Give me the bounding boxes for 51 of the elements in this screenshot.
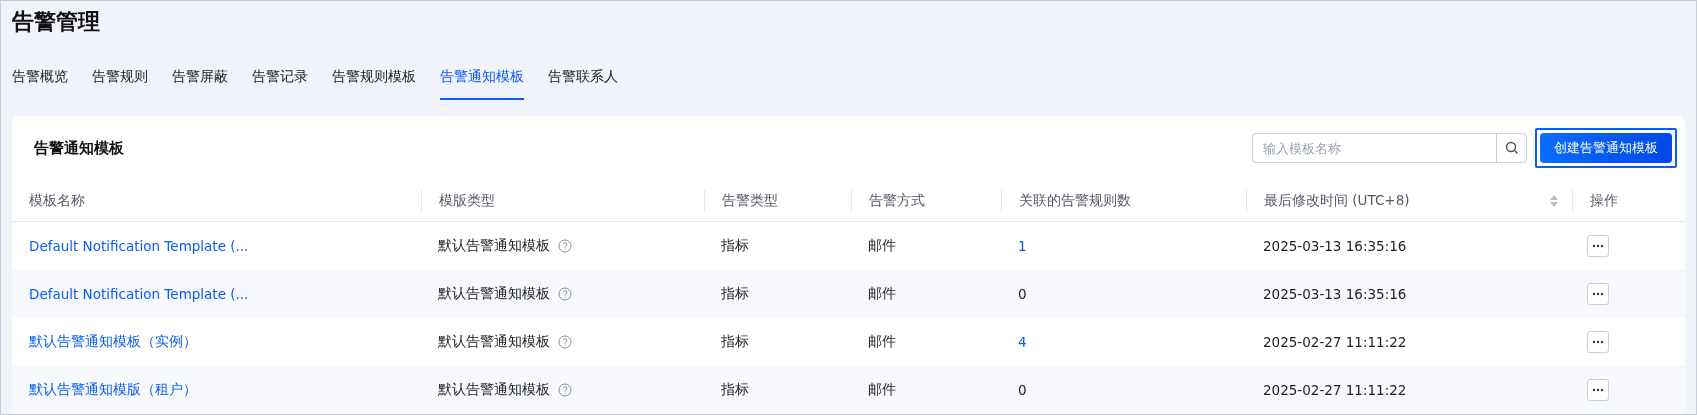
tab[interactable]: 告警通知模板 bbox=[440, 63, 524, 100]
rule-count-link[interactable]: 4 bbox=[1018, 334, 1027, 350]
column-header: 操作 bbox=[1590, 191, 1618, 210]
more-icon bbox=[1592, 340, 1604, 344]
template-name-link[interactable]: Default Notification Template (... bbox=[29, 286, 249, 302]
table-cell: 0 bbox=[1018, 286, 1027, 302]
more-button[interactable] bbox=[1587, 235, 1609, 257]
table-cell: 邮件 bbox=[868, 285, 896, 303]
tab[interactable]: 告警概览 bbox=[12, 63, 68, 100]
table-cell: 2025-03-13 16:35:16 bbox=[1263, 286, 1407, 302]
table-cell: 邮件 bbox=[868, 333, 896, 351]
table-cell: 默认告警通知模板 bbox=[438, 333, 550, 351]
more-button[interactable] bbox=[1587, 379, 1609, 401]
table-cell: 指标 bbox=[721, 381, 749, 399]
template-name-link[interactable]: 默认告警通知模板（实例） bbox=[29, 333, 197, 351]
template-name-link[interactable]: Default Notification Template (... bbox=[29, 238, 249, 254]
column-header: 告警方式 bbox=[869, 191, 925, 210]
tab[interactable]: 告警规则 bbox=[92, 63, 148, 100]
column-header: 告警类型 bbox=[722, 191, 778, 210]
more-icon bbox=[1592, 244, 1604, 248]
column-header: 关联的告警规则数 bbox=[1019, 191, 1131, 210]
create-template-button[interactable]: 创建告警通知模板 bbox=[1535, 128, 1677, 168]
more-icon bbox=[1592, 388, 1604, 392]
more-button[interactable] bbox=[1587, 283, 1609, 305]
table-cell: 邮件 bbox=[868, 381, 896, 399]
search-field[interactable]: 输入模板名称 bbox=[1252, 133, 1527, 163]
column-header: 模板名称 bbox=[29, 191, 85, 210]
table-cell: 指标 bbox=[721, 285, 749, 303]
more-icon bbox=[1592, 292, 1604, 296]
table-cell: 默认告警通知模板 bbox=[438, 381, 550, 399]
column-header: 最后修改时间 (UTC+8) bbox=[1264, 191, 1410, 210]
more-button[interactable] bbox=[1587, 331, 1609, 353]
rule-count-link[interactable]: 1 bbox=[1018, 238, 1027, 254]
table-cell: 默认告警通知模板 bbox=[438, 285, 550, 303]
search-input[interactable]: 输入模板名称 bbox=[1253, 134, 1496, 162]
tab[interactable]: 告警规则模板 bbox=[332, 63, 416, 100]
table-cell: 指标 bbox=[721, 237, 749, 255]
table-cell: 0 bbox=[1018, 382, 1027, 398]
template-name-link[interactable]: 默认告警通知模版（租户） bbox=[29, 381, 197, 399]
table-cell: 默认告警通知模板 bbox=[438, 237, 550, 255]
card-title: 告警通知模板 bbox=[34, 138, 125, 158]
table-cell: 指标 bbox=[721, 333, 749, 351]
tab[interactable]: 告警记录 bbox=[252, 63, 308, 100]
table-cell: 2025-02-27 11:11:22 bbox=[1263, 334, 1407, 350]
table-cell: 2025-02-27 11:11:22 bbox=[1263, 382, 1407, 398]
page-title: 告警管理 bbox=[12, 8, 100, 36]
table-cell: 2025-03-13 16:35:16 bbox=[1263, 238, 1407, 254]
column-header: 模版类型 bbox=[439, 191, 495, 210]
tab[interactable]: 告警屏蔽 bbox=[172, 63, 228, 100]
tab[interactable]: 告警联系人 bbox=[548, 63, 618, 100]
table-cell: 邮件 bbox=[868, 237, 896, 255]
